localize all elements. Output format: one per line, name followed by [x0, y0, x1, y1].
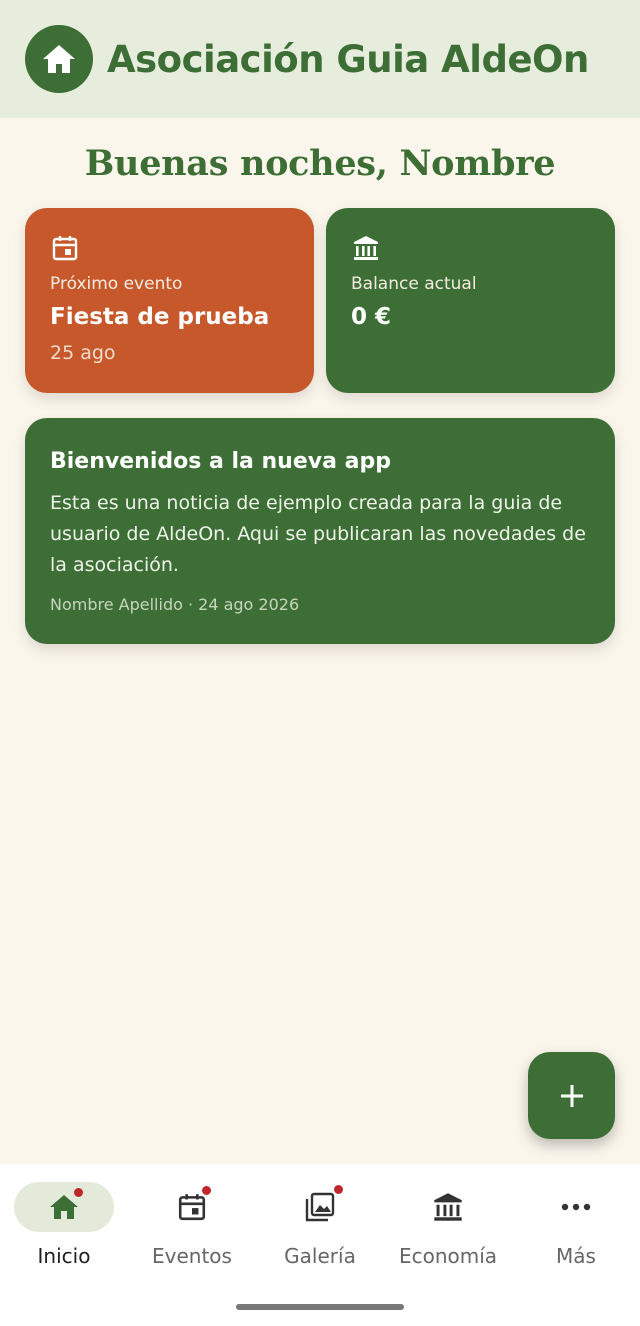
event-date: 25 ago — [50, 342, 116, 364]
nav-item-mas[interactable]: Más — [512, 1164, 640, 1274]
gallery-icon — [305, 1192, 335, 1222]
nav-label: Economía — [398, 1244, 498, 1268]
card-label: Balance actual — [351, 274, 477, 294]
nav-icon-container — [142, 1182, 242, 1232]
nav-icon-container — [270, 1182, 370, 1232]
notification-badge — [334, 1185, 343, 1194]
app-header: Asociación Guia AldeOn — [0, 0, 640, 118]
home-icon — [50, 1195, 78, 1219]
card-label: Próximo evento — [50, 274, 183, 294]
notification-badge — [74, 1188, 83, 1197]
event-name: Fiesta de prueba — [50, 304, 270, 330]
add-button[interactable] — [528, 1052, 615, 1139]
app-title: Asociación Guia AldeOn — [107, 37, 589, 81]
bank-icon — [434, 1193, 462, 1221]
nav-label: Eventos — [152, 1244, 232, 1268]
nav-icon-container — [398, 1182, 498, 1232]
more-icon — [561, 1203, 591, 1211]
nav-label: Inicio — [37, 1244, 91, 1268]
balance-value: 0 € — [351, 304, 392, 330]
nav-item-economia[interactable]: Economía — [384, 1164, 512, 1274]
nav-item-galeria[interactable]: Galería — [256, 1164, 384, 1274]
greeting-heading: Buenas noches, Nombre — [84, 143, 556, 184]
plus-icon — [560, 1084, 583, 1107]
nav-label: Más — [556, 1244, 596, 1268]
nav-label: Galería — [284, 1244, 356, 1268]
news-title: Bienvenidos a la nueva app — [50, 449, 391, 474]
nav-icon-container — [526, 1182, 626, 1232]
news-card[interactable]: Bienvenidos a la nueva app Esta es una n… — [25, 418, 615, 644]
bottom-navigation: Inicio Eventos Galería Economía Más — [0, 1164, 640, 1326]
app-screen: Asociación Guia AldeOn Buenas noches, No… — [0, 0, 640, 1326]
nav-icon-container — [14, 1182, 114, 1232]
home-indicator[interactable] — [236, 1304, 404, 1310]
nav-item-inicio[interactable]: Inicio — [0, 1164, 128, 1274]
news-meta: Nombre Apellido · 24 ago 2026 — [50, 595, 300, 614]
home-icon[interactable] — [25, 25, 93, 93]
balance-card[interactable]: Balance actual 0 € — [326, 208, 615, 393]
next-event-card[interactable]: Próximo evento Fiesta de prueba 25 ago — [25, 208, 314, 393]
nav-item-eventos[interactable]: Eventos — [128, 1164, 256, 1274]
bank-icon — [352, 234, 380, 262]
notification-badge — [202, 1186, 211, 1195]
news-body: Esta es una noticia de ejemplo creada pa… — [50, 492, 586, 576]
calendar-icon — [178, 1194, 206, 1221]
calendar-icon — [51, 234, 79, 262]
